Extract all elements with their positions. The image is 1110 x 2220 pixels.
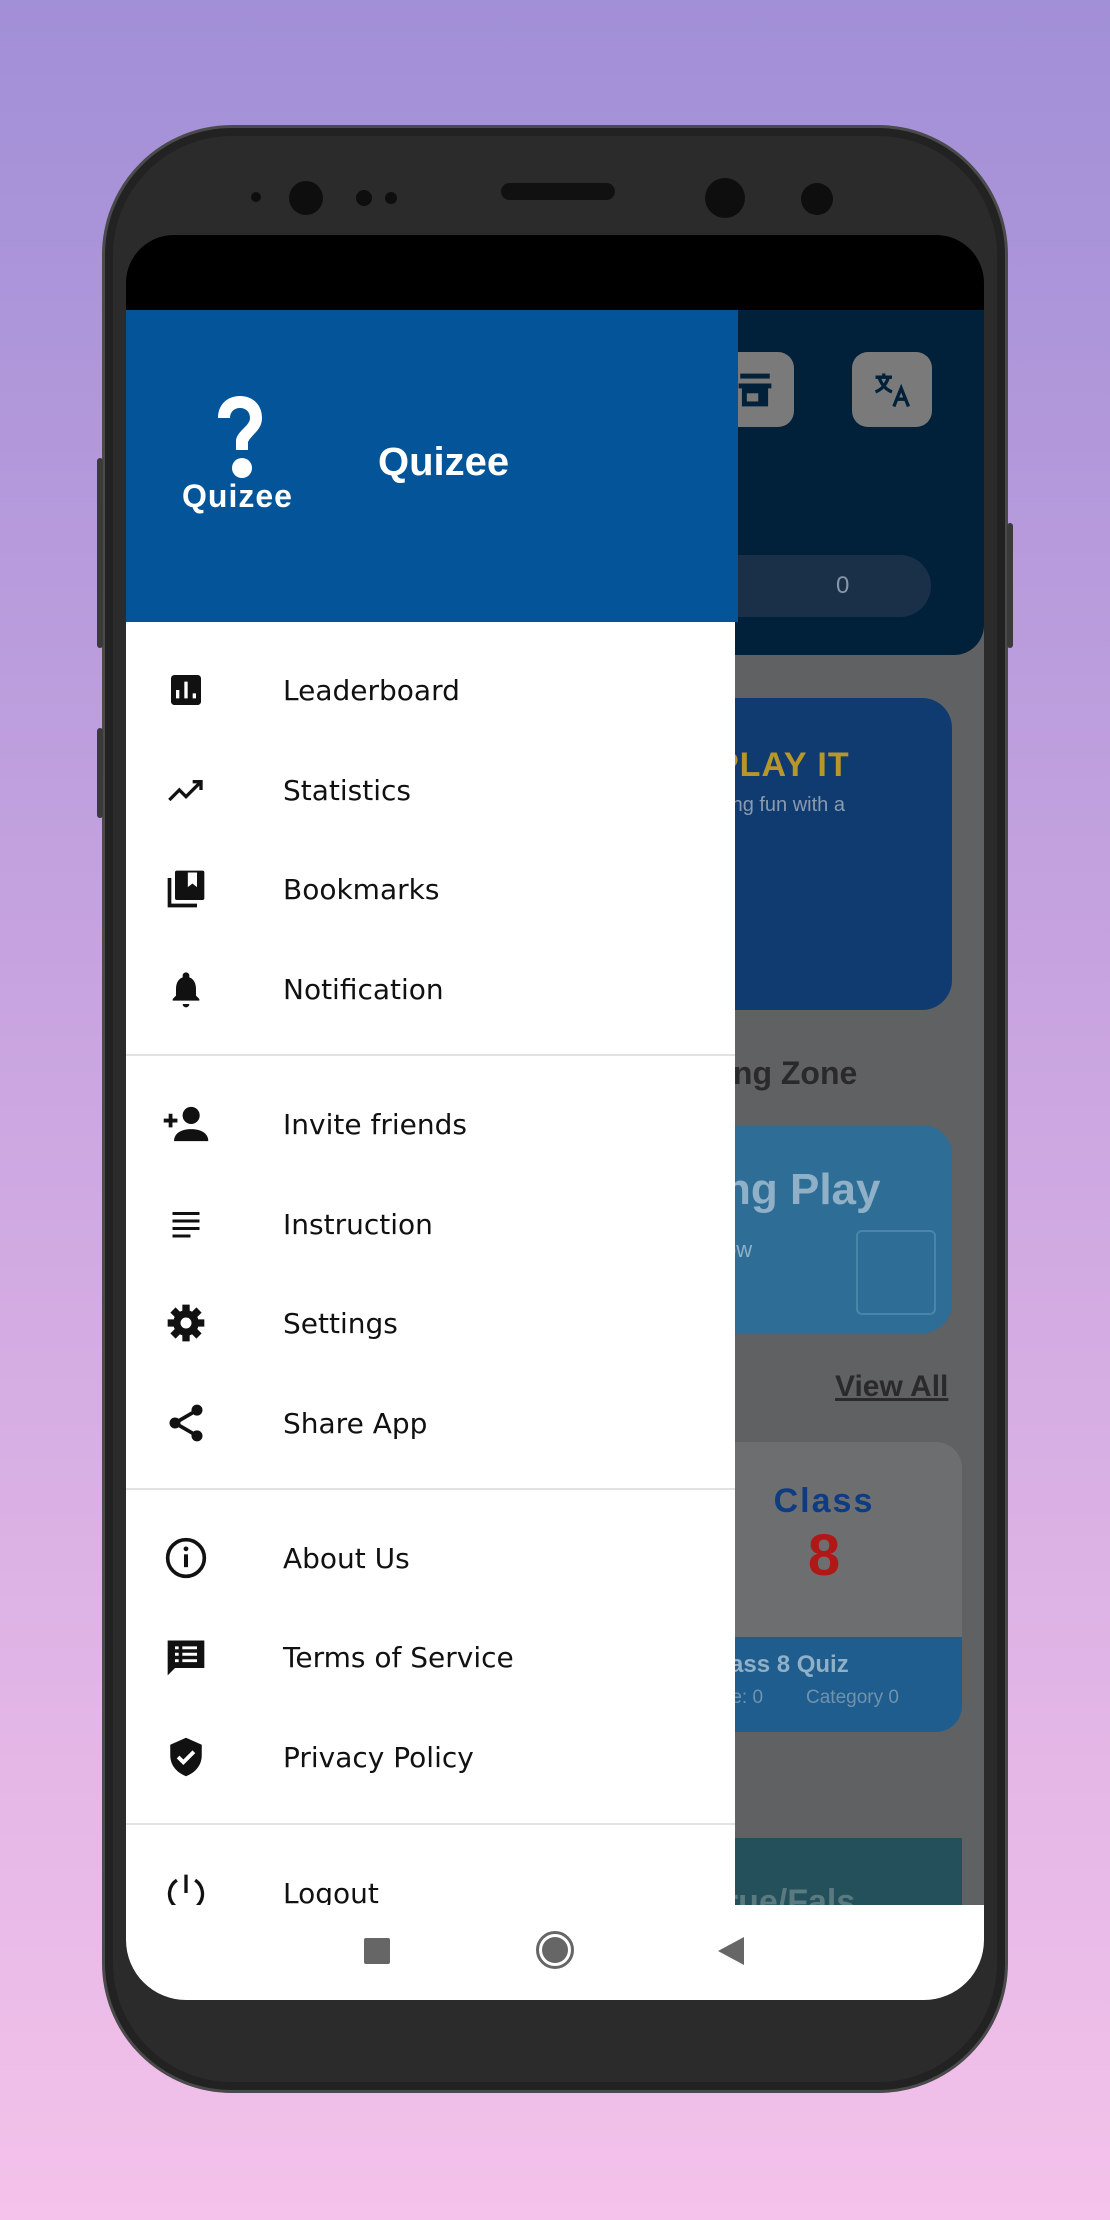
menu-item-notification[interactable]: Notification: [126, 939, 735, 1039]
menu-item-terms-of-service[interactable]: Terms of Service: [126, 1607, 735, 1707]
bell-icon: [172, 972, 200, 1008]
translate-button[interactable]: [852, 352, 932, 427]
bookmarks-icon: [167, 870, 205, 908]
sensor: [801, 183, 833, 215]
menu-item-logout[interactable]: Logout: [126, 1843, 735, 1905]
menu-label: Leaderboard: [283, 673, 460, 707]
translate-icon: [874, 373, 911, 407]
sensor: [356, 190, 372, 206]
shield-check-icon: [170, 1737, 202, 1777]
divider: [126, 1823, 735, 1825]
share-icon: [169, 1404, 203, 1442]
trending-icon: [168, 780, 203, 802]
learning-card-title: ng Play: [724, 1165, 881, 1214]
navigation-drawer: Quizee Quizee Leaderboard Statistics Boo…: [126, 310, 738, 1905]
divider: [126, 1488, 735, 1490]
app-title: Quizee: [378, 440, 510, 484]
leaderboard-icon: [171, 675, 201, 705]
menu-item-bookmarks[interactable]: Bookmarks: [126, 839, 735, 939]
recents-button[interactable]: [364, 1938, 390, 1964]
menu-label: Share App: [283, 1406, 428, 1440]
view-all-link[interactable]: View All: [835, 1370, 948, 1404]
list-lines-icon: [172, 1212, 200, 1238]
divider: [126, 1054, 735, 1056]
menu-label: About Us: [283, 1541, 410, 1575]
side-button: [97, 728, 103, 818]
class-card-category: Category 0: [806, 1687, 899, 1708]
menu-item-leaderboard[interactable]: Leaderboard: [126, 640, 735, 740]
menu-label: Statistics: [283, 773, 411, 807]
volume-button: [97, 458, 103, 648]
coins-value: 0: [836, 572, 850, 599]
menu-item-instruction[interactable]: Instruction: [126, 1174, 735, 1274]
power-icon: [167, 1874, 205, 1905]
front-camera: [289, 181, 323, 215]
menu-item-statistics[interactable]: Statistics: [126, 740, 735, 840]
menu-label: Privacy Policy: [283, 1740, 474, 1774]
menu-item-privacy-policy[interactable]: Privacy Policy: [126, 1707, 735, 1807]
power-button: [1007, 523, 1013, 648]
front-camera-2: [705, 178, 745, 218]
person-add-icon: [163, 1106, 209, 1142]
menu-label: Logout: [283, 1876, 379, 1906]
drawer-header: Quizee Quizee: [126, 310, 738, 622]
book-icon: [856, 1230, 936, 1315]
quizee-logo: Quizee: [182, 390, 292, 530]
chat-list-icon: [167, 1640, 205, 1676]
logo-text: Quizee: [182, 478, 293, 514]
menu-item-settings[interactable]: Settings: [126, 1273, 735, 1373]
menu-item-share-app[interactable]: Share App: [126, 1373, 735, 1473]
menu-label: Bookmarks: [283, 872, 440, 906]
android-nav-bar: [126, 1905, 984, 2000]
info-icon: [165, 1537, 207, 1579]
phone-screen: 0 PLAY IT ning fun with a rning Zone ng …: [126, 235, 984, 2000]
menu-label: Terms of Service: [283, 1640, 514, 1674]
app-content: 0 PLAY IT ning fun with a rning Zone ng …: [126, 310, 984, 1905]
question-mark-logo-icon: [218, 396, 262, 478]
banner-subtitle: ning fun with a: [716, 794, 845, 816]
menu-item-about-us[interactable]: About Us: [126, 1508, 735, 1608]
banner-title: PLAY IT: [716, 746, 850, 784]
home-button[interactable]: [536, 1931, 574, 1969]
store-icon: [738, 373, 772, 406]
sensor: [385, 192, 397, 204]
menu-label: Invite friends: [283, 1107, 467, 1141]
gear-icon: [167, 1304, 205, 1342]
menu-label: Instruction: [283, 1207, 433, 1241]
sensor: [251, 192, 261, 202]
menu-item-invite-friends[interactable]: Invite friends: [126, 1074, 735, 1174]
back-button[interactable]: [718, 1937, 744, 1965]
menu-label: Settings: [283, 1306, 398, 1340]
menu-label: Notification: [283, 972, 444, 1006]
earpiece-speaker: [501, 183, 615, 200]
